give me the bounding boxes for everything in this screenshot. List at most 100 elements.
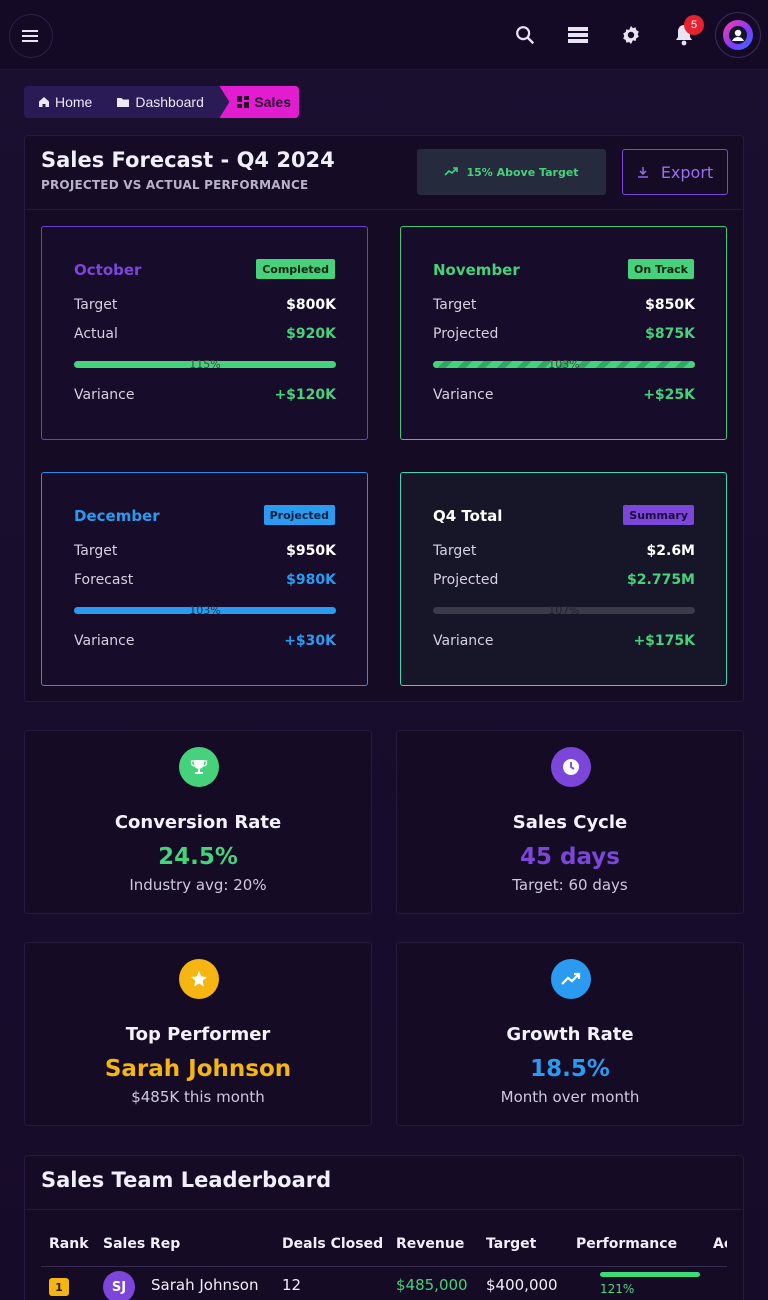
projected-label: Projected: [433, 572, 499, 588]
home-icon: [39, 97, 49, 107]
notification-count-badge: 5: [684, 15, 704, 35]
column-header-target[interactable]: Target: [486, 1236, 536, 1252]
search-icon: [516, 26, 535, 45]
projected-value: $2.775M: [627, 572, 695, 588]
growth-rate-card: Growth Rate 18.5% Month over month: [396, 942, 744, 1126]
status-badge: Completed: [256, 259, 335, 279]
breadcrumb-home-label: Home: [55, 94, 93, 110]
status-badge: On Track: [628, 259, 694, 279]
sales-rep-name[interactable]: Sarah Johnson: [151, 1276, 258, 1294]
forecast-subtitle: PROJECTED VS ACTUAL PERFORMANCE: [41, 178, 309, 192]
target-value: $400,000: [486, 1276, 558, 1294]
star-icon: [179, 959, 219, 999]
performance-bar: [600, 1272, 700, 1277]
status-badge: Projected: [263, 505, 335, 525]
stat-value: Sarah Johnson: [104, 1056, 292, 1082]
column-header-performance[interactable]: Performance: [576, 1236, 677, 1252]
forecast-row: Forecast $980K: [74, 572, 336, 588]
sales-cycle-card: Sales Cycle 45 days Target: 60 days: [396, 730, 744, 914]
above-target-status: 15% Above Target: [417, 149, 606, 195]
variance-label: Variance: [433, 633, 494, 649]
target-value: $850K: [645, 297, 695, 313]
projected-row: Projected $875K: [433, 326, 695, 342]
avatar: SJ: [103, 1271, 135, 1300]
stat-subtext: Industry avg: 20%: [129, 876, 267, 894]
stat-value: 24.5%: [158, 844, 238, 870]
november-card: November On Track Target $850K Projected $…: [400, 226, 727, 440]
target-label: Target: [74, 297, 118, 313]
stat-subtext: Target: 60 days: [512, 876, 628, 894]
above-target-label: 15% Above Target: [466, 165, 579, 179]
q4-total-card: Q4 Total Summary Target $2.6M Projected $2…: [400, 472, 727, 686]
actual-value: $920K: [286, 326, 336, 342]
sales-forecast-panel: Sales Forecast - Q4 2024 PROJECTED VS AC…: [24, 135, 744, 702]
column-header-revenue[interactable]: Revenue: [396, 1236, 464, 1252]
leaderboard-table: Rank Sales Rep Deals Closed Revenue Targ…: [41, 1226, 727, 1300]
projected-row: Projected $2.775M: [433, 572, 695, 588]
variance-value: +$25K: [643, 387, 695, 403]
avatar-image: [723, 20, 753, 50]
progress-bar: 103%: [74, 604, 336, 617]
progress-bar: 115%: [74, 358, 336, 371]
variance-label: Variance: [433, 387, 494, 403]
conversion-rate-card: Conversion Rate 24.5% Industry avg: 20%: [24, 730, 372, 914]
stack-button[interactable]: [565, 22, 591, 48]
column-header-actions[interactable]: Ac: [713, 1236, 727, 1252]
target-row: Target $850K: [433, 297, 695, 313]
target-row: Target $800K: [74, 297, 336, 313]
target-value: $950K: [286, 543, 336, 559]
stat-title: Top Performer: [125, 1024, 271, 1045]
target-label: Target: [433, 543, 477, 559]
sales-team-leaderboard: Sales Team Leaderboard Rank Sales Rep De…: [24, 1155, 744, 1300]
performance-value: 121%: [600, 1282, 635, 1296]
clock-icon: [551, 747, 591, 787]
stat-title: Growth Rate: [506, 1024, 634, 1045]
user-icon: [729, 26, 747, 44]
forecast-label: Forecast: [74, 572, 134, 588]
top-performer-card: Top Performer Sarah Johnson $485K this m…: [24, 942, 372, 1126]
header-divider: [41, 1266, 727, 1267]
column-header-rank[interactable]: Rank: [49, 1236, 89, 1252]
variance-value: +$30K: [284, 633, 336, 649]
forecast-title: Sales Forecast - Q4 2024: [41, 148, 335, 172]
december-card: December Projected Target $950K Forecast $…: [41, 472, 368, 686]
card-title: November: [433, 261, 520, 279]
stat-title: Conversion Rate: [114, 812, 282, 833]
column-header-deals-closed[interactable]: Deals Closed: [282, 1236, 383, 1252]
breadcrumb-dashboard-label: Dashboard: [135, 94, 204, 110]
target-value: $800K: [286, 297, 336, 313]
status-badge: Summary: [623, 505, 694, 525]
target-value: $2.6M: [646, 543, 695, 559]
stat-value: 45 days: [520, 844, 620, 870]
menu-button[interactable]: [9, 14, 53, 58]
settings-button[interactable]: [618, 22, 644, 48]
rank-badge: 1: [49, 1278, 69, 1296]
grid-icon: [237, 96, 250, 108]
download-icon: [637, 167, 648, 178]
search-button[interactable]: [512, 22, 538, 48]
card-title: December: [74, 507, 160, 525]
progress-label: 107%: [548, 604, 580, 617]
avatar[interactable]: [715, 12, 761, 58]
breadcrumb-home[interactable]: Home: [24, 86, 92, 118]
breadcrumb-dashboard[interactable]: Dashboard: [92, 86, 204, 118]
stat-subtext: $485K this month: [131, 1088, 265, 1106]
variance-value: +$120K: [274, 387, 336, 403]
forecast-header: Sales Forecast - Q4 2024 PROJECTED VS AC…: [25, 136, 743, 210]
export-button[interactable]: Export: [622, 149, 728, 195]
progress-bar: 103%: [433, 358, 695, 371]
leaderboard-title: Sales Team Leaderboard: [41, 1168, 332, 1192]
progress-label: 103%: [189, 604, 221, 617]
progress-label: 115%: [189, 358, 221, 371]
stat-title: Sales Cycle: [512, 812, 628, 833]
breadcrumb-sales[interactable]: Sales: [219, 86, 299, 118]
projected-value: $875K: [645, 326, 695, 342]
variance-row: Variance +$120K: [74, 387, 336, 403]
variance-label: Variance: [74, 633, 135, 649]
column-header-sales-rep[interactable]: Sales Rep: [103, 1236, 180, 1252]
trending-up-icon: [444, 167, 459, 176]
card-title: October: [74, 261, 142, 279]
top-bar: 5: [0, 0, 768, 70]
variance-row: Variance +$25K: [433, 387, 695, 403]
target-label: Target: [74, 543, 118, 559]
